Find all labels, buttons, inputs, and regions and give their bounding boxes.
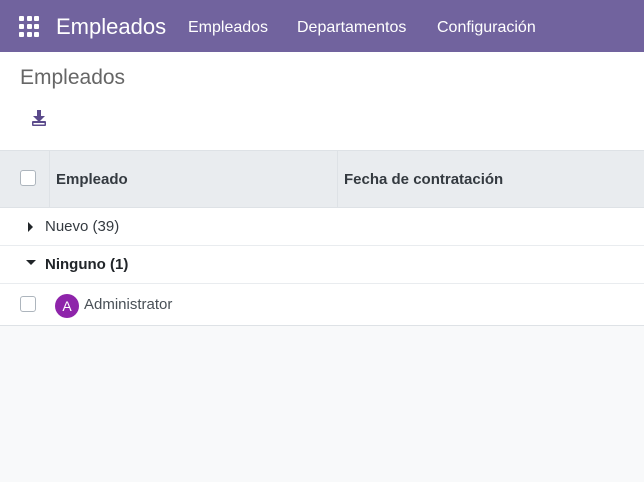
table-row[interactable]: A Administrator [0,284,644,325]
nav-item-departamentos[interactable]: Departamentos [297,17,406,39]
select-all-cell [0,151,50,208]
page-title: Empleados [20,66,126,89]
group-label: Nuevo (39) [45,218,120,235]
caret-down-icon [26,260,36,265]
column-header-fecha-contratacion[interactable]: Fecha de contratación [344,151,644,208]
avatar: A [55,294,79,318]
employee-name[interactable]: Administrator [84,284,172,326]
download-icon[interactable] [28,107,50,129]
control-panel: Empleados [0,52,644,151]
app-name[interactable]: Empleados [56,13,166,41]
select-all-checkbox[interactable] [20,170,36,186]
row-checkbox[interactable] [20,296,36,312]
top-navbar: Empleados Empleados Departamentos Config… [0,0,644,52]
apps-menu-icon[interactable] [19,16,41,38]
caret-right-icon [28,222,33,232]
column-header-empleado[interactable]: Empleado [56,151,338,208]
employees-list-table: Empleado Fecha de contratación Nuevo (39… [0,151,644,326]
nav-item-configuracion[interactable]: Configuración [437,17,536,39]
table-header: Empleado Fecha de contratación [0,151,644,208]
group-row-ninguno[interactable]: Ninguno (1) [0,246,644,284]
group-row-nuevo[interactable]: Nuevo (39) [0,208,644,246]
nav-item-empleados[interactable]: Empleados [188,17,268,39]
group-label: Ninguno (1) [45,256,129,273]
